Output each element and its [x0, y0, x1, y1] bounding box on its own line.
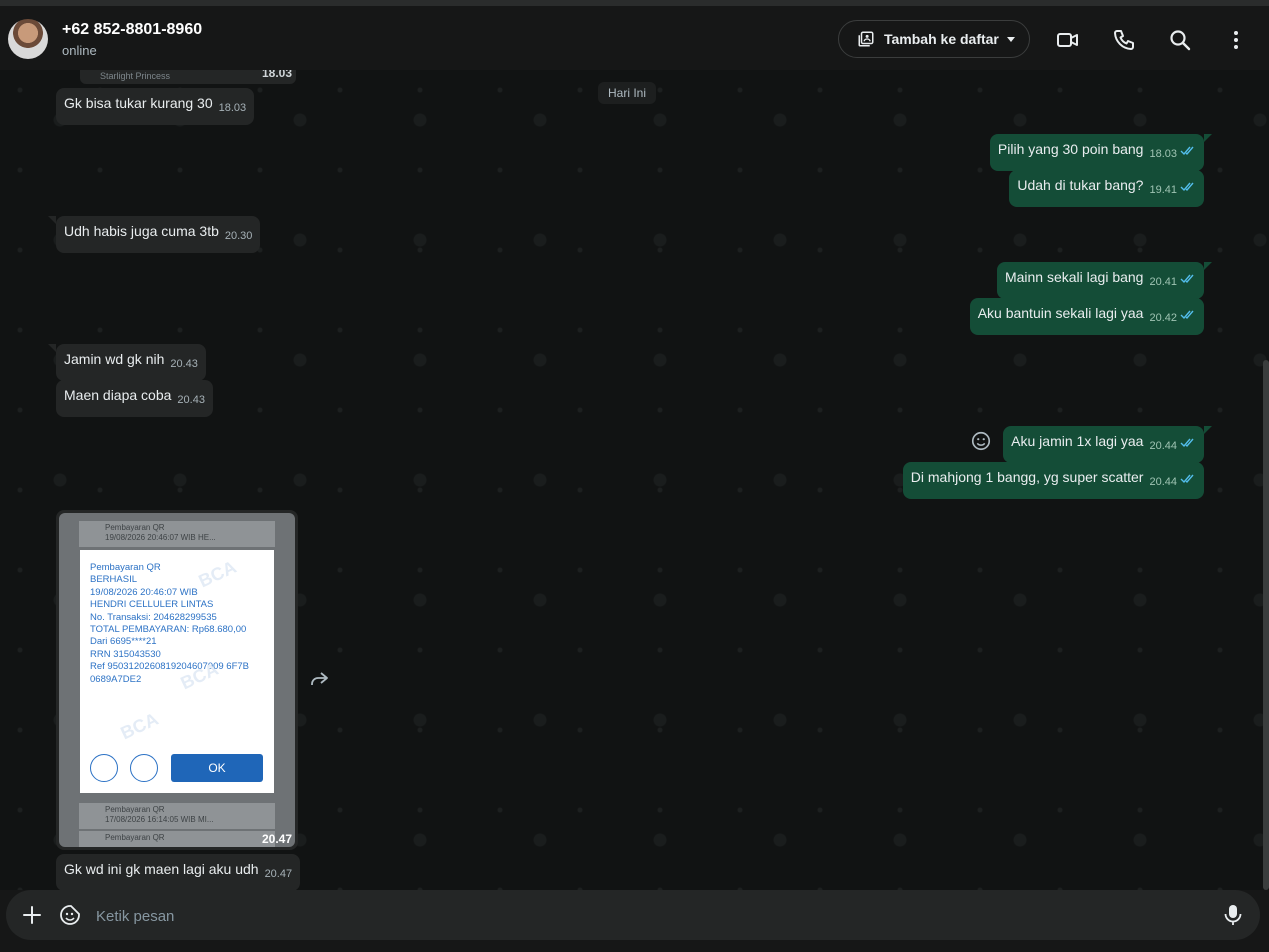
message-text: Di mahjong 1 bangg, yg super scatter	[910, 469, 1144, 485]
search-icon[interactable]	[1168, 28, 1192, 52]
message-text: Gk wd ini gk maen lagi aku udh	[64, 861, 259, 877]
message-out[interactable]: Di mahjong 1 bangg, yg super scatter 20.4…	[902, 462, 1204, 499]
message-text: Gk bisa tukar kurang 30	[64, 95, 213, 111]
message-out[interactable]: Aku jamin 1x lagi yaa 20.44	[1003, 426, 1212, 463]
video-call-icon[interactable]	[1056, 28, 1080, 52]
message-time: 20.42	[1149, 312, 1177, 324]
message-time: 20.41	[1149, 276, 1177, 288]
transaction-subtitle: 17/08/2026 16:14:05 WIB MI...	[105, 815, 214, 824]
phone-icon[interactable]	[1112, 28, 1136, 52]
attach-plus-icon[interactable]	[20, 903, 44, 927]
transaction-title: Pembayaran QR	[105, 523, 165, 532]
clipped-message-text: Starlight Princess	[100, 71, 171, 81]
chat-area[interactable]: Starlight Princess 18.03 Hari Ini Gk bis…	[0, 70, 1269, 890]
forward-icon[interactable]	[308, 670, 330, 688]
message-text: Mainn sekali lagi bang	[1004, 269, 1144, 285]
message-composer	[6, 890, 1260, 940]
receipt-card: BCA BCA BCA Pembayaran QR BERHASIL 19/08…	[80, 550, 274, 793]
receipt-line: TOTAL PEMBAYARAN: Rp68.680,00	[90, 624, 247, 636]
image-message[interactable]: Pembayaran QR 19/08/2026 20:46:07 WIB HE…	[56, 510, 298, 850]
message-time: 20.44	[1149, 440, 1177, 452]
message-text: Maen diapa coba	[64, 387, 172, 403]
message-text: Aku bantuin sekali lagi yaa	[977, 305, 1144, 321]
message-time: 20.47	[261, 832, 292, 846]
share-icon	[90, 754, 118, 782]
receipt-ok-button: OK	[171, 754, 263, 782]
message-text: Udah di tukar bang?	[1017, 177, 1144, 193]
message-time: 20.30	[224, 230, 253, 242]
date-separator: Hari Ini	[598, 82, 657, 104]
add-to-list-label: Tambah ke daftar	[884, 31, 999, 47]
receipt-screenshot: Pembayaran QR 19/08/2026 20:46:07 WIB HE…	[59, 513, 295, 847]
transaction-row: Pembayaran QR 19/08/2026 20:46:07 WIB HE…	[79, 521, 275, 547]
message-time: 20.43	[170, 358, 198, 370]
avatar[interactable]	[8, 19, 48, 59]
message-time: 18.03	[1149, 148, 1177, 160]
read-ticks-icon	[1180, 146, 1194, 156]
watermark: BCA	[117, 708, 162, 744]
chat-header: +62 852-8801-8960 online Tambah ke dafta…	[0, 6, 1269, 70]
receipt-line: 19/08/2026 20:46:07 WIB	[90, 586, 198, 598]
transaction-title: Pembayaran QR	[105, 805, 165, 814]
message-out[interactable]: Udah di tukar bang? 19.41	[1009, 170, 1204, 207]
scrollbar[interactable]	[1263, 360, 1269, 890]
message-text: Aku jamin 1x lagi yaa	[1011, 433, 1144, 449]
message-out[interactable]: Pilih yang 30 poin bang 18.03	[989, 134, 1213, 171]
receipt-line: Ref 9503120260819204607009 6F7B	[90, 661, 250, 673]
message-in[interactable]: Udh habis juga cuma 3tb 20.30	[47, 216, 261, 253]
message-out[interactable]: Mainn sekali lagi bang 20.41	[996, 262, 1213, 299]
receipt-line: No. Transaksi: 204628299535	[90, 611, 217, 623]
chevron-down-icon	[1007, 37, 1015, 42]
message-in[interactable]: Gk wd ini gk maen lagi aku udh 20.47	[56, 854, 301, 890]
message-in[interactable]: Jamin wd gk nih 20.43	[48, 344, 206, 381]
receipt-line: HENDRI CELLULER LINTAS	[90, 599, 214, 611]
message-time: 20.44	[1149, 476, 1177, 488]
contact-name[interactable]: +62 852-8801-8960	[62, 21, 202, 39]
message-in[interactable]: Maen diapa coba 20.43	[56, 380, 213, 417]
message-text: Jamin wd gk nih	[64, 351, 165, 367]
receipt-line: RRN 315043530	[90, 648, 161, 660]
message-text: Pilih yang 30 poin bang	[997, 141, 1144, 157]
message-text: Udh habis juga cuma 3tb	[64, 223, 219, 239]
message-time: 18.03	[218, 102, 247, 114]
list-add-icon	[858, 31, 874, 47]
clipped-message-time: 18.03	[262, 70, 293, 80]
more-options-icon[interactable]	[1224, 28, 1248, 52]
message-time: 20.47	[264, 868, 293, 880]
emoji-react-icon[interactable]	[970, 430, 992, 452]
read-ticks-icon	[1180, 438, 1194, 448]
sticker-emoji-icon[interactable]	[58, 903, 82, 927]
message-out[interactable]: Aku bantuin sekali lagi yaa 20.42	[969, 298, 1204, 335]
read-ticks-icon	[1180, 274, 1194, 284]
message-time: 19.41	[1149, 184, 1177, 196]
read-ticks-icon	[1180, 474, 1194, 484]
add-to-list-button[interactable]: Tambah ke daftar	[838, 20, 1030, 58]
microphone-icon[interactable]	[1222, 903, 1244, 927]
message-time: 20.43	[177, 394, 205, 406]
message-input[interactable]	[94, 900, 1198, 932]
transaction-title: Pembayaran QR	[105, 833, 165, 842]
read-ticks-icon	[1180, 310, 1194, 320]
read-ticks-icon	[1180, 182, 1194, 192]
contact-status: online	[62, 43, 97, 58]
message-in[interactable]: Gk bisa tukar kurang 30 18.03	[56, 88, 255, 125]
transaction-subtitle: 19/08/2026 20:46:07 WIB HE...	[105, 533, 216, 542]
receipt-line: Dari 6695****21	[90, 636, 157, 648]
receipt-line: BERHASIL	[90, 574, 137, 586]
transaction-row: Pembayaran QR	[79, 831, 275, 847]
transaction-row: Pembayaran QR 17/08/2026 16:14:05 WIB MI…	[79, 803, 275, 829]
download-icon	[130, 754, 158, 782]
